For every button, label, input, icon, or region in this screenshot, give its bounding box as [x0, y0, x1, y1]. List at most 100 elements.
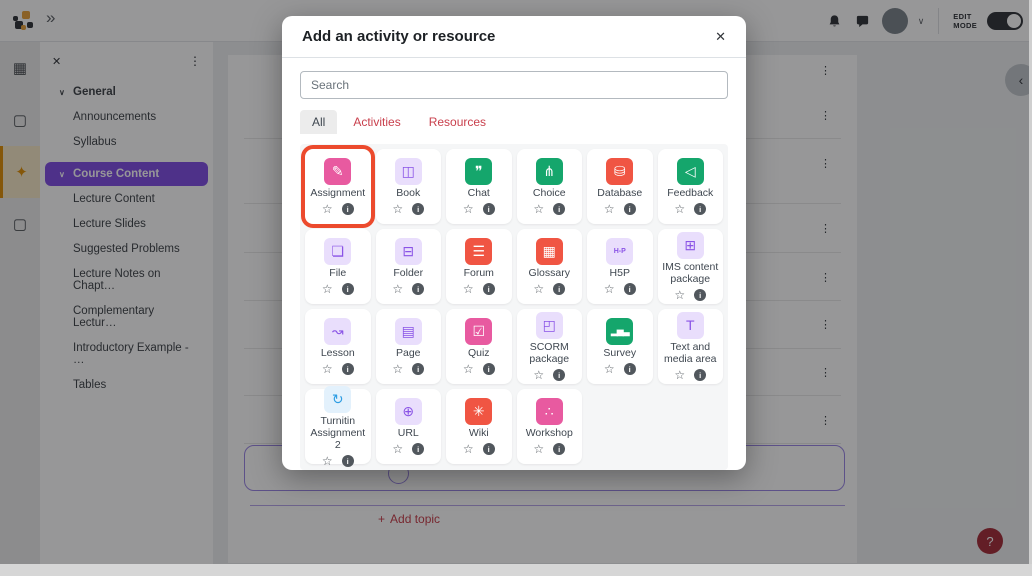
info-icon[interactable]: i [342, 283, 354, 295]
star-favourite-icon[interactable]: ☆ [392, 363, 403, 375]
tile-label: IMS content package [660, 261, 722, 285]
tile-meta: ☆i [392, 443, 424, 455]
star-favourite-icon[interactable]: ☆ [463, 283, 474, 295]
info-icon[interactable]: i [694, 369, 706, 381]
tile-wiki[interactable]: ✳Wiki☆i [446, 389, 512, 464]
star-favourite-icon[interactable]: ☆ [533, 443, 544, 455]
tile-label: File [329, 267, 346, 279]
star-favourite-icon[interactable]: ☆ [322, 455, 333, 467]
tile-meta: ☆i [604, 283, 636, 295]
tile-forum[interactable]: ☰Forum☆i [446, 229, 512, 304]
star-favourite-icon[interactable]: ☆ [463, 363, 474, 375]
info-icon[interactable]: i [483, 283, 495, 295]
feedback-icon: ◁ [677, 158, 704, 185]
tile-url[interactable]: ⊕URL☆i [376, 389, 442, 464]
star-favourite-icon[interactable]: ☆ [533, 283, 544, 295]
book-icon: ◫ [395, 158, 422, 185]
info-icon[interactable]: i [412, 363, 424, 375]
tile-label: Assignment [310, 187, 365, 199]
info-icon[interactable]: i [624, 203, 636, 215]
quiz-icon: ☑ [465, 318, 492, 345]
info-icon[interactable]: i [483, 363, 495, 375]
tile-meta: ☆i [322, 283, 354, 295]
tile-label: URL [398, 427, 419, 439]
tile-choice[interactable]: ⋔Choice☆i [517, 149, 583, 224]
star-favourite-icon[interactable]: ☆ [322, 283, 333, 295]
file-icon: ❏ [324, 238, 351, 265]
info-icon[interactable]: i [694, 289, 706, 301]
tile-folder[interactable]: ⊟Folder☆i [376, 229, 442, 304]
info-icon[interactable]: i [553, 203, 565, 215]
info-icon[interactable]: i [624, 363, 636, 375]
tile-meta: ☆i [463, 203, 495, 215]
tile-assignment[interactable]: ✎ Assignment ☆ i [305, 149, 371, 224]
tile-label: Glossary [529, 267, 570, 279]
info-icon[interactable]: i [553, 369, 565, 381]
star-favourite-icon[interactable]: ☆ [674, 369, 685, 381]
tab-activities[interactable]: Activities [341, 110, 412, 134]
star-favourite-icon[interactable]: ☆ [533, 203, 544, 215]
tile-label: Database [597, 187, 642, 199]
star-favourite-icon[interactable]: ☆ [604, 283, 615, 295]
assignment-icon: ✎ [324, 158, 351, 185]
info-icon[interactable]: i [342, 455, 354, 467]
tile-quiz[interactable]: ☑Quiz☆i [446, 309, 512, 384]
info-icon[interactable]: i [694, 203, 706, 215]
star-favourite-icon[interactable]: ☆ [463, 443, 474, 455]
tile-glossary[interactable]: ▦Glossary☆i [517, 229, 583, 304]
star-favourite-icon[interactable]: ☆ [533, 369, 544, 381]
tile-meta: ☆i [392, 363, 424, 375]
activity-chooser-modal: Add an activity or resource ✕ AllActivit… [282, 16, 746, 470]
tile-chat[interactable]: ❞Chat☆i [446, 149, 512, 224]
info-icon[interactable]: i [553, 283, 565, 295]
tile-meta: ☆i [392, 203, 424, 215]
tile-feedback[interactable]: ◁Feedback☆i [658, 149, 724, 224]
star-favourite-icon[interactable]: ☆ [604, 363, 615, 375]
tile-database[interactable]: ⛁Database☆i [587, 149, 653, 224]
forum-icon: ☰ [465, 238, 492, 265]
star-favourite-icon[interactable]: ☆ [674, 289, 685, 301]
tile-meta: ☆i [674, 369, 706, 381]
activity-search-input[interactable] [300, 71, 728, 99]
page-icon: ▤ [395, 318, 422, 345]
tile-book[interactable]: ◫Book☆i [376, 149, 442, 224]
tile-h5p[interactable]: H-PH5P☆i [587, 229, 653, 304]
info-icon[interactable]: i [342, 203, 354, 215]
info-icon[interactable]: i [412, 443, 424, 455]
info-icon[interactable]: i [553, 443, 565, 455]
star-favourite-icon[interactable]: ☆ [604, 203, 615, 215]
star-favourite-icon[interactable]: ☆ [322, 203, 333, 215]
tab-resources[interactable]: Resources [417, 110, 498, 134]
wiki-icon: ✳ [465, 398, 492, 425]
tile-meta: ☆i [604, 363, 636, 375]
tile-workshop[interactable]: ∴Workshop☆i [517, 389, 583, 464]
info-icon[interactable]: i [412, 283, 424, 295]
info-icon[interactable]: i [483, 203, 495, 215]
info-icon[interactable]: i [412, 203, 424, 215]
modal-close-icon[interactable]: ✕ [715, 29, 726, 45]
tile-label: Book [396, 187, 420, 199]
chat-icon: ❞ [465, 158, 492, 185]
star-favourite-icon[interactable]: ☆ [674, 203, 685, 215]
star-favourite-icon[interactable]: ☆ [463, 203, 474, 215]
star-favourite-icon[interactable]: ☆ [392, 203, 403, 215]
info-icon[interactable]: i [342, 363, 354, 375]
info-icon[interactable]: i [624, 283, 636, 295]
tile-file[interactable]: ❏File☆i [305, 229, 371, 304]
tile-survey[interactable]: ▂▅▃Survey☆i [587, 309, 653, 384]
tile-scorm-package[interactable]: ◰SCORM package☆i [517, 309, 583, 384]
star-favourite-icon[interactable]: ☆ [322, 363, 333, 375]
tile-text-and-media-area[interactable]: TText and media area☆i [658, 309, 724, 384]
star-favourite-icon[interactable]: ☆ [392, 443, 403, 455]
tile-meta: ☆i [674, 289, 706, 301]
tile-ims-content-package[interactable]: ⊞IMS content package☆i [658, 229, 724, 304]
tile-label: Chat [468, 187, 490, 199]
star-favourite-icon[interactable]: ☆ [392, 283, 403, 295]
tile-label: Survey [603, 347, 636, 359]
tile-page[interactable]: ▤Page☆i [376, 309, 442, 384]
h5p-icon: H-P [606, 238, 633, 265]
tile-turnitin-assignment-2[interactable]: ↻Turnitin Assignment 2☆i [305, 389, 371, 464]
tile-lesson[interactable]: ↝Lesson☆i [305, 309, 371, 384]
info-icon[interactable]: i [483, 443, 495, 455]
tab-all[interactable]: All [300, 110, 337, 134]
